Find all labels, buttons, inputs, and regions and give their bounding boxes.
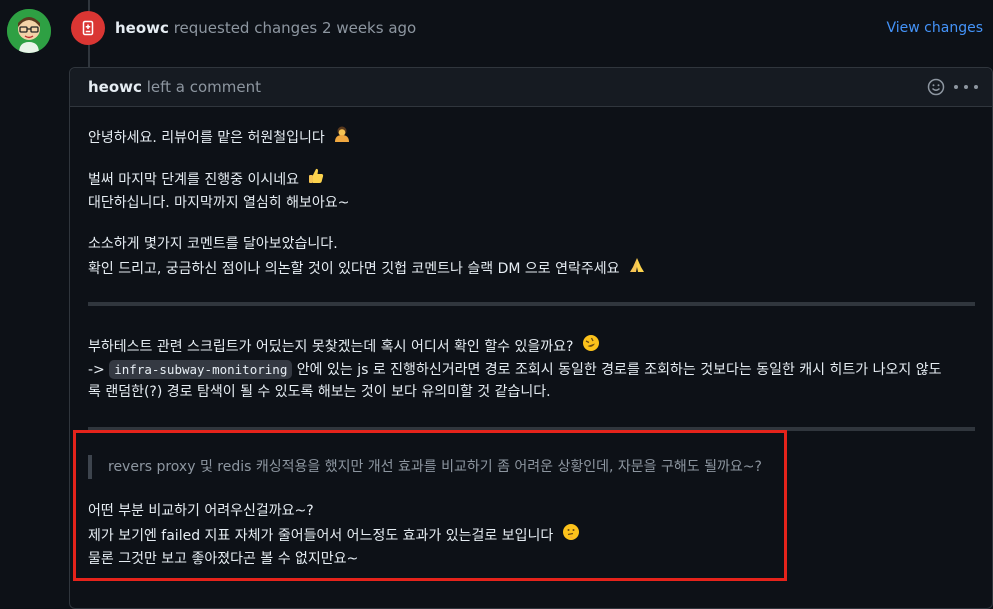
add-reaction-icon[interactable] xyxy=(927,78,945,96)
rolling-on-floor-laughing-icon xyxy=(582,334,600,360)
paragraph-encouragement-line1: 벌써 마지막 단계를 진행중 이시네요 xyxy=(88,167,325,193)
paragraph-reply-line1: 어떤 부분 비교하기 어려우신걸까요~? xyxy=(88,503,314,519)
folded-hands-icon xyxy=(628,256,646,282)
horizontal-rule xyxy=(88,302,975,306)
comment-action-text: left a comment xyxy=(146,78,261,96)
paragraph-encouragement-line2: 대단하십니다. 마지막까지 열심히 해보아요~ xyxy=(88,195,350,211)
blockquote: revers proxy 및 redis 캐싱적용을 했지만 개선 효과를 비교… xyxy=(88,455,762,479)
comment-author-link[interactable]: heowc xyxy=(88,78,142,96)
paragraph-loadtest-line3: 록 랜덤한(?) 경로 탐색이 될 수 있도록 해보는 것이 보다 유의미할 것… xyxy=(88,384,551,400)
paragraph-loadtest-line2: -> infra-subway-monitoring 안에 있는 js 로 진행… xyxy=(88,360,942,379)
comment-header: heowc left a comment xyxy=(70,68,992,107)
horizontal-rule-2 xyxy=(88,427,975,431)
paragraph-intro-line1: 소소하게 몇가지 코멘트를 달아보았습니다. xyxy=(88,236,338,252)
paragraph-reply-line3: 물론 그것만 보고 좋아졌다곤 볼 수 없지만요~ xyxy=(88,551,359,567)
thinking-face-icon xyxy=(562,523,580,549)
view-changes-link[interactable]: View changes xyxy=(887,20,984,36)
reviewer-avatar[interactable] xyxy=(7,9,51,53)
thumbs-up-icon xyxy=(307,167,325,193)
review-author-link[interactable]: heowc xyxy=(115,19,169,37)
changes-requested-icon xyxy=(71,11,105,45)
more-options-icon[interactable] xyxy=(954,77,978,97)
paragraph-loadtest-line1: 부하테스트 관련 스크립트가 어딨는지 못찾겠는데 혹시 어디서 확인 할수 있… xyxy=(88,334,600,360)
paragraph-intro-line2: 확인 드리고, 궁금하신 점이나 의논할 것이 있다면 깃헙 코멘트나 슬랙 D… xyxy=(88,256,646,282)
review-event-summary: heowc requested changes 2 weeks ago xyxy=(115,19,416,37)
paragraph-greeting: 안녕하세요. 리뷰어를 맡은 허원철입니다 xyxy=(88,125,351,151)
inline-code-repo-name: infra-subway-monitoring xyxy=(109,360,293,379)
paragraph-reply-line2: 제가 보기엔 failed 지표 자체가 줄어들어서 어느정도 효과가 있는걸로… xyxy=(88,523,580,549)
woman-bowing-icon xyxy=(333,125,351,151)
review-comment: heowc left a comment 안녕하세요. 리뷰어를 맡은 허원철입… xyxy=(69,67,993,609)
avatar-illustration xyxy=(7,9,51,53)
review-action-text: requested changes 2 weeks ago xyxy=(173,19,417,37)
